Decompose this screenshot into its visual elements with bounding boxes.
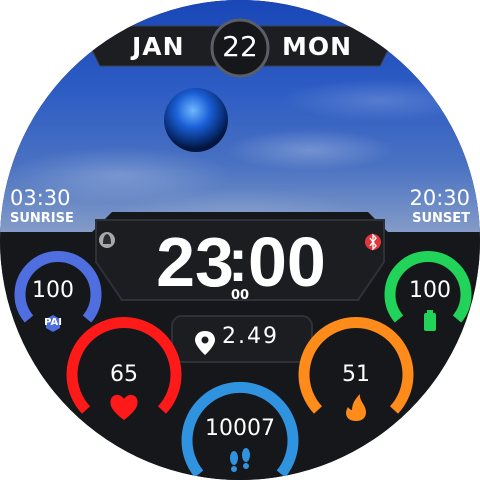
battery-value: 100 (409, 278, 451, 303)
sunrise-label: SUNRISE (10, 211, 74, 226)
battery-icon (424, 310, 436, 331)
calories-value: 51 (342, 362, 370, 387)
steps-value: 10007 (205, 416, 275, 441)
sunset-label: SUNSET (412, 211, 470, 226)
alarm-bell-icon[interactable] (99, 232, 115, 248)
day-number: 22 (222, 30, 258, 63)
time-seconds: 00 (230, 288, 250, 303)
sunrise-time: 03:30 (10, 186, 71, 210)
weekday-label: MON (282, 32, 353, 61)
pai-badge-label: PAI (44, 317, 62, 328)
sunset-time: 20:30 (409, 186, 470, 210)
distance-value: 2.49 (222, 324, 279, 349)
heart-value: 65 (110, 362, 138, 387)
time-hours: 23 (156, 223, 234, 301)
watch-face: JAN 22 MON 03:30 SUNRISE 20:30 SUNSET 23… (0, 0, 480, 480)
time-minutes: 00 (248, 223, 326, 301)
bluetooth-icon[interactable] (365, 233, 381, 251)
month-label: JAN (132, 32, 185, 61)
time-colon: : (228, 227, 248, 294)
planet-image (164, 88, 228, 152)
pai-value: 100 (32, 278, 74, 303)
